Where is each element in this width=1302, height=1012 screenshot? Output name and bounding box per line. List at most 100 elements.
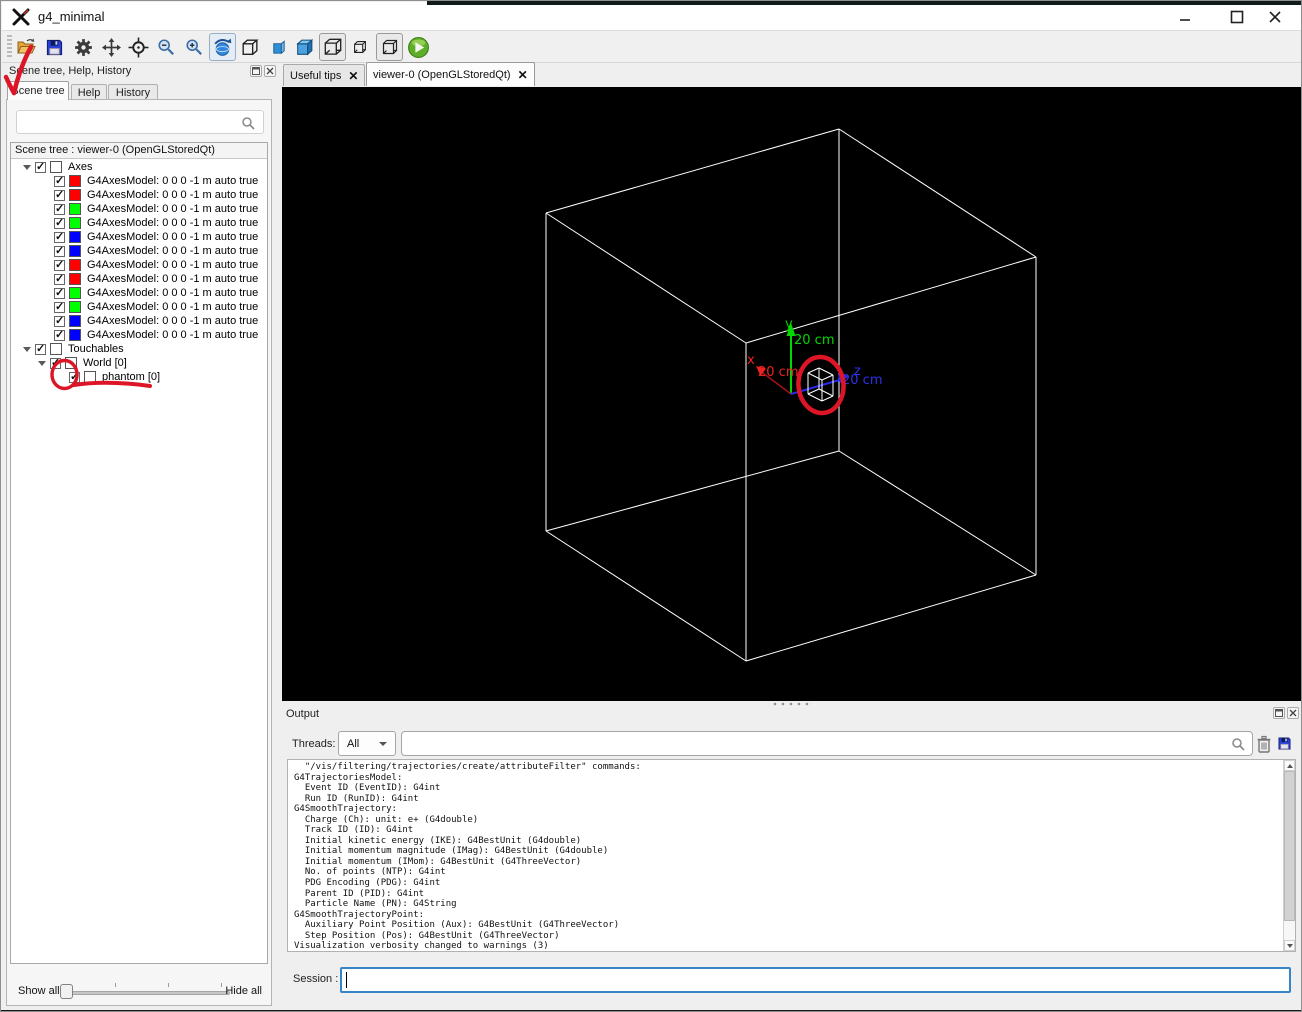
output-filter-input[interactable] xyxy=(401,731,1253,756)
visibility-checkbox[interactable] xyxy=(35,160,46,173)
visibility-checkbox[interactable] xyxy=(35,342,46,355)
scrollbar-thumb[interactable] xyxy=(1284,771,1295,921)
output-close-button[interactable] xyxy=(1287,707,1299,719)
visibility-checkbox[interactable] xyxy=(54,244,65,257)
tree-row-phantom[interactable]: phantom [0] xyxy=(11,370,267,384)
axes-cube-view-button[interactable] xyxy=(319,33,346,61)
scroll-up-icon[interactable] xyxy=(1284,760,1295,771)
scene-tree-search-input[interactable] xyxy=(16,110,264,134)
color-swatch[interactable] xyxy=(69,287,81,299)
tree-row-axesmodel[interactable]: G4AxesModel: 0 0 0 -1 m auto true xyxy=(11,216,267,230)
tab-history[interactable]: History xyxy=(108,84,158,100)
expander-icon[interactable] xyxy=(38,360,46,366)
color-swatch[interactable] xyxy=(65,357,77,369)
tree-row-axesmodel[interactable]: G4AxesModel: 0 0 0 -1 m auto true xyxy=(11,188,267,202)
color-swatch[interactable] xyxy=(50,343,62,355)
rotate-button[interactable] xyxy=(209,33,236,61)
visibility-checkbox[interactable] xyxy=(54,328,65,341)
output-float-button[interactable] xyxy=(1273,707,1285,719)
tab-useful-tips[interactable]: Useful tips ✕ xyxy=(283,64,366,86)
color-swatch[interactable] xyxy=(69,217,81,229)
toolbar-drag-handle[interactable] xyxy=(7,35,12,59)
visibility-checkbox[interactable] xyxy=(54,230,65,243)
color-swatch[interactable] xyxy=(69,315,81,327)
console-scrollbar[interactable] xyxy=(1283,760,1295,951)
visibility-checkbox[interactable] xyxy=(54,300,65,313)
pick-center-button[interactable] xyxy=(126,35,150,59)
tree-row-axesmodel[interactable]: G4AxesModel: 0 0 0 -1 m auto true xyxy=(11,174,267,188)
opengl-viewport[interactable]: y 20 cm x 20 cm z 20 cm xyxy=(282,87,1301,701)
visibility-slider[interactable] xyxy=(62,991,230,995)
visibility-checkbox[interactable] xyxy=(54,258,65,271)
surface-style-button[interactable] xyxy=(266,35,290,59)
clear-output-button[interactable] xyxy=(1256,735,1272,759)
visibility-checkbox[interactable] xyxy=(54,188,65,201)
pan-button[interactable] xyxy=(99,35,123,59)
expander-icon[interactable] xyxy=(23,346,31,352)
color-swatch[interactable] xyxy=(69,301,81,313)
session-command-input[interactable] xyxy=(340,967,1291,993)
close-tab-icon[interactable]: ✕ xyxy=(348,69,358,83)
tree-row-axesmodel[interactable]: G4AxesModel: 0 0 0 -1 m auto true xyxy=(11,300,267,314)
crosshair-icon xyxy=(128,37,148,57)
tree-row-axesmodel[interactable]: G4AxesModel: 0 0 0 -1 m auto true xyxy=(11,314,267,328)
dock-close-button[interactable] xyxy=(264,65,276,77)
color-swatch[interactable] xyxy=(69,259,81,271)
tree-row-axes-group[interactable]: Axes xyxy=(11,160,267,174)
maximize-button[interactable] xyxy=(1222,2,1252,31)
perspective-view-button[interactable] xyxy=(348,35,372,59)
tree-row-axesmodel[interactable]: G4AxesModel: 0 0 0 -1 m auto true xyxy=(11,230,267,244)
color-swatch[interactable] xyxy=(69,175,81,187)
open-file-button[interactable] xyxy=(14,35,38,59)
close-button[interactable] xyxy=(1260,2,1290,31)
tree-row-axesmodel[interactable]: G4AxesModel: 0 0 0 -1 m auto true xyxy=(11,272,267,286)
tree-row-axesmodel[interactable]: G4AxesModel: 0 0 0 -1 m auto true xyxy=(11,286,267,300)
threads-combobox[interactable]: All xyxy=(338,731,396,756)
tree-row-touchables-group[interactable]: Touchables xyxy=(11,342,267,356)
color-swatch[interactable] xyxy=(69,329,81,341)
tab-scene-tree[interactable]: Scene tree xyxy=(7,81,69,100)
color-swatch[interactable] xyxy=(69,273,81,285)
scroll-down-icon[interactable] xyxy=(1284,940,1295,951)
tree-row-axesmodel[interactable]: G4AxesModel: 0 0 0 -1 m auto true xyxy=(11,258,267,272)
splitter-handle[interactable] xyxy=(771,702,813,706)
tab-help[interactable]: Help xyxy=(71,84,107,100)
color-swatch[interactable] xyxy=(84,371,96,383)
color-swatch[interactable] xyxy=(69,231,81,243)
zoom-out-icon xyxy=(158,39,174,55)
solid-style-button[interactable] xyxy=(292,35,316,59)
slider-handle[interactable] xyxy=(60,984,73,999)
zoom-out-button[interactable] xyxy=(154,35,178,59)
save-button[interactable] xyxy=(42,35,66,59)
phantom-visibility-checkbox[interactable] xyxy=(69,370,80,383)
ortho-cube-icon xyxy=(382,39,397,55)
tree-row-axesmodel[interactable]: G4AxesModel: 0 0 0 -1 m auto true xyxy=(11,244,267,258)
visibility-checkbox[interactable] xyxy=(54,314,65,327)
visibility-checkbox[interactable] xyxy=(50,356,61,369)
visibility-checkbox[interactable] xyxy=(54,272,65,285)
expander-icon[interactable] xyxy=(23,164,31,170)
tree-row-axesmodel[interactable]: G4AxesModel: 0 0 0 -1 m auto true xyxy=(11,328,267,342)
wireframe-style-button[interactable] xyxy=(237,35,261,59)
settings-button[interactable] xyxy=(71,35,95,59)
color-swatch[interactable] xyxy=(69,203,81,215)
visibility-checkbox[interactable] xyxy=(54,174,65,187)
run-button[interactable] xyxy=(406,35,430,59)
tree-row-world[interactable]: World [0] xyxy=(11,356,267,370)
visibility-checkbox[interactable] xyxy=(54,286,65,299)
tree-row-axesmodel[interactable]: G4AxesModel: 0 0 0 -1 m auto true xyxy=(11,202,267,216)
output-console[interactable]: "/vis/filtering/trajectories/create/attr… xyxy=(287,759,1296,952)
visibility-checkbox[interactable] xyxy=(54,202,65,215)
tab-viewer-0[interactable]: viewer-0 (OpenGLStoredQt) ✕ xyxy=(366,62,535,86)
save-output-button[interactable] xyxy=(1277,736,1292,756)
minimize-button[interactable] xyxy=(1170,2,1200,31)
zoom-in-button[interactable] xyxy=(182,35,206,59)
visibility-checkbox[interactable] xyxy=(54,216,65,229)
color-swatch[interactable] xyxy=(50,161,62,173)
color-swatch[interactable] xyxy=(69,189,81,201)
dock-float-button[interactable] xyxy=(250,65,262,77)
y-axis-label: y xyxy=(785,317,793,332)
color-swatch[interactable] xyxy=(69,245,81,257)
close-tab-icon[interactable]: ✕ xyxy=(518,68,528,82)
orthographic-view-button[interactable] xyxy=(376,33,403,61)
